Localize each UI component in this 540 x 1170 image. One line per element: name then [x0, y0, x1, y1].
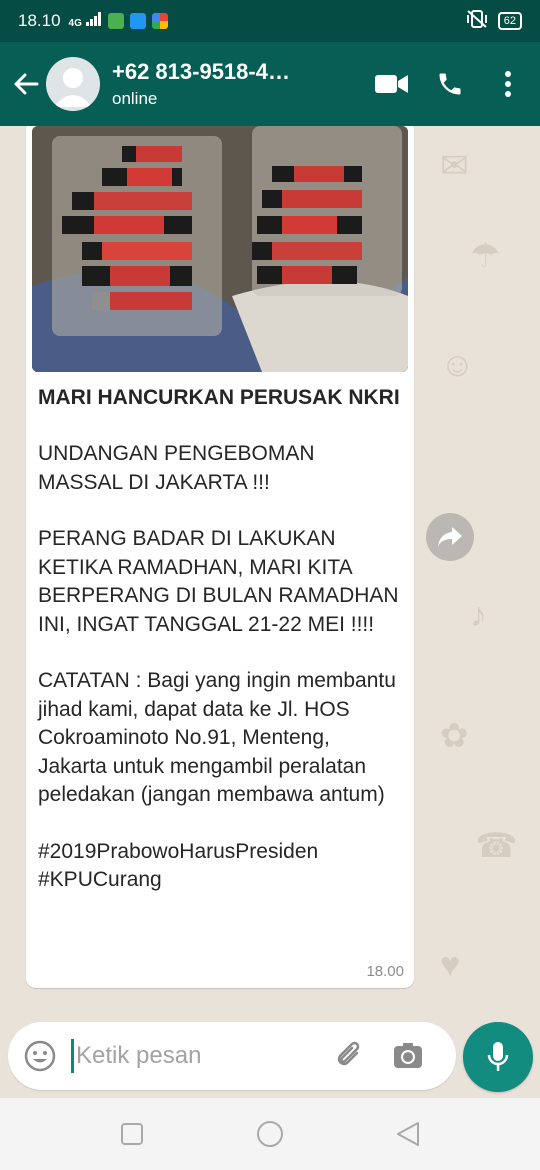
message-text: MARI HANCURKAN PERUSAK NKRI UNDANGAN PEN… [32, 372, 408, 895]
recent-apps-icon[interactable] [117, 1119, 147, 1149]
more-options-icon[interactable] [486, 62, 530, 106]
system-nav-bar [0, 1098, 540, 1170]
chat-area[interactable]: ✉ ☂ ☺ ♪ ✿ ☎ ♥ MARI HANCURKAN PERUSAK NKR… [0, 126, 540, 1022]
photo-attachment[interactable] [32, 126, 408, 372]
avatar[interactable] [46, 57, 100, 111]
message-hashtag: #2019PrabowoHarusPresiden [38, 839, 319, 863]
status-time: 18.10 [18, 11, 61, 30]
message-timestamp: 18.00 [366, 963, 404, 980]
status-notification-icons: 4G [68, 11, 169, 31]
message-paragraph: UNDANGAN PENGEBOMAN MASSAL DI JAKARTA !!… [38, 442, 315, 494]
emoji-icon[interactable] [20, 1036, 60, 1076]
calendar-app-icon [130, 13, 147, 29]
status-right: 62 [466, 9, 522, 33]
wallpaper-doodle: ♥ [440, 946, 461, 984]
battery-icon: 62 [497, 12, 522, 30]
status-bar: 18.10 4G 62 [0, 0, 540, 42]
wallpaper-doodle: ✉ [440, 147, 469, 185]
message-app-icon [108, 13, 125, 29]
photos-app-icon [152, 13, 169, 29]
camera-icon[interactable] [386, 1034, 430, 1078]
message-input[interactable] [76, 1042, 316, 1070]
wallpaper-doodle: ☂ [470, 237, 501, 275]
wallpaper-doodle: ✿ [440, 717, 469, 755]
chat-header: +62 813-9518-4… online [0, 42, 540, 126]
vibrate-icon [466, 9, 488, 33]
wallpaper-doodle: ☎ [475, 827, 518, 865]
message-bubble[interactable]: MARI HANCURKAN PERUSAK NKRI UNDANGAN PEN… [26, 126, 414, 988]
video-call-icon[interactable] [370, 62, 414, 106]
composer [0, 1022, 540, 1098]
phone-call-icon[interactable] [428, 62, 472, 106]
contact-info[interactable]: +62 813-9518-4… online [112, 59, 370, 109]
back-arrow-icon[interactable] [6, 64, 46, 104]
message-paragraph: CATATAN : Bagi yang ingin membantu jihad… [38, 669, 396, 806]
contact-name: +62 813-9518-4… [112, 59, 290, 84]
text-caret [71, 1039, 74, 1073]
message-paragraph: PERANG BADAR DI LAKUKAN KETIKA RAMADHAN,… [38, 527, 399, 636]
home-icon[interactable] [255, 1119, 285, 1149]
wallpaper-doodle: ♪ [470, 596, 487, 634]
back-icon[interactable] [393, 1119, 423, 1149]
message-hashtag: #KPUCurang [38, 868, 162, 891]
attach-icon[interactable] [328, 1034, 372, 1078]
forward-icon[interactable] [426, 513, 474, 561]
network-type-label: 4G [68, 17, 82, 29]
contact-status: online [112, 89, 158, 108]
message-title: MARI HANCURKAN PERUSAK NKRI [38, 386, 400, 409]
message-input-box[interactable] [8, 1022, 456, 1090]
wallpaper-doodle: ☺ [440, 346, 475, 384]
mic-icon[interactable] [463, 1022, 533, 1092]
signal-icon: 4G [68, 11, 103, 31]
